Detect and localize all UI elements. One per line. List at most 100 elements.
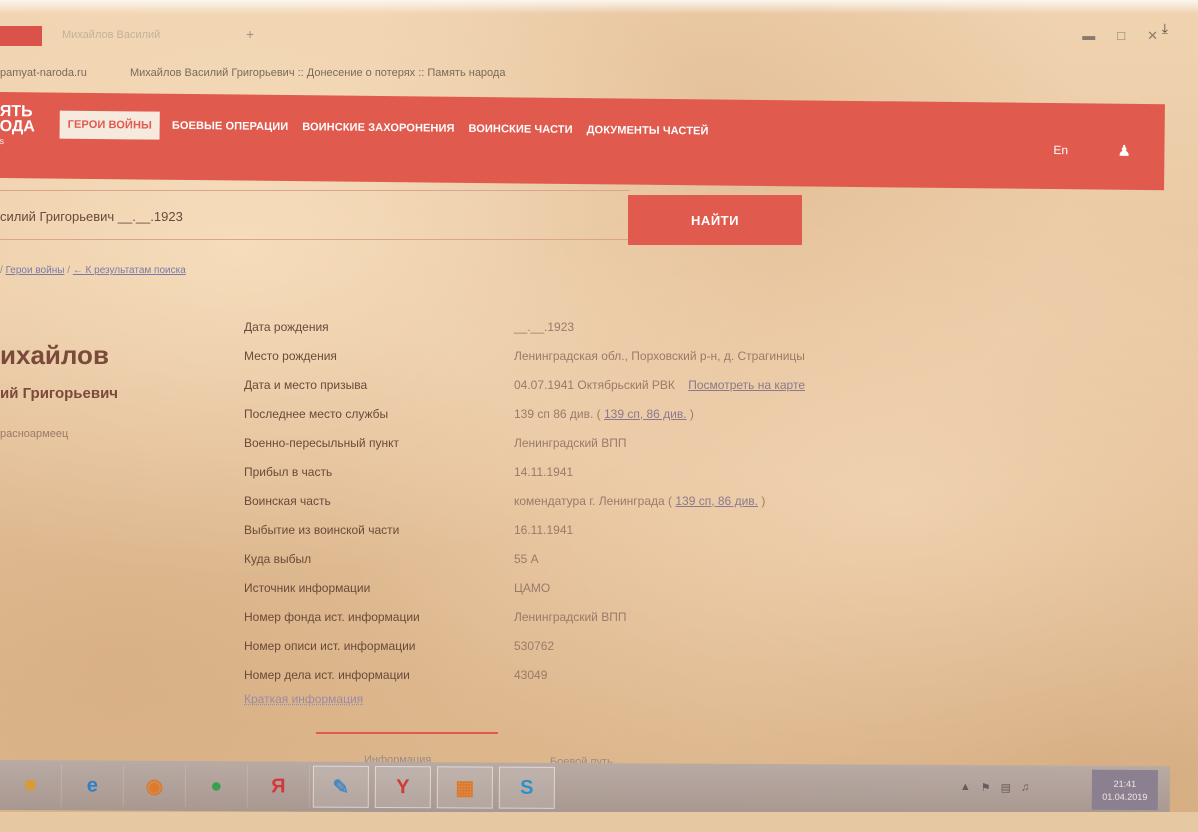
detail-row: Номер описи ист. информации 530762 [244, 631, 924, 660]
clock-date: 01.04.2019 [1102, 791, 1148, 803]
detail-label: Дата и место призыва [244, 377, 368, 392]
detail-value: 14.11.1941 [514, 464, 574, 479]
nav-item-documents[interactable]: Документы частей [587, 124, 709, 137]
breadcrumb-heroes[interactable]: Герои войны [6, 265, 65, 276]
scan-edge [0, 0, 1198, 14]
address-bar[interactable]: pamyat-naroda.ru Михайлов Василий Григор… [0, 60, 1198, 86]
unit-link[interactable]: 139 сп, 86 див. [604, 407, 687, 421]
detail-label: Номер описи ист. информации [244, 638, 416, 653]
detail-label: Военно-пересыльный пункт [244, 435, 399, 450]
address-page-title: Михайлов Василий Григорьевич :: Донесени… [130, 67, 506, 79]
site-logo[interactable]: ЯТЬ ОДА s [0, 102, 35, 149]
tray-volume-icon[interactable]: ♫ [1021, 781, 1029, 794]
detail-value: Ленинградская обл., Порховский р-н, д. С… [514, 348, 805, 363]
paint-icon[interactable]: ✎ [312, 765, 369, 808]
detail-label: Куда выбыл [244, 551, 312, 566]
active-tab-indicator [316, 732, 498, 734]
detail-label: Место рождения [244, 348, 337, 363]
detail-row: Дата и место призыва 04.07.1941 Октябрьс… [244, 370, 924, 399]
taskbar-icons: ■ e ◉ ● Я ✎ Y ▦ S [0, 763, 558, 809]
nav-items: Герои войны Боевые операции Воинские зах… [59, 110, 723, 146]
person-given-name: ий Григорьевич [0, 385, 119, 402]
search-input[interactable]: силий Григорьевич __.__.1923 [0, 190, 630, 240]
chrome-icon[interactable]: ● [185, 764, 248, 808]
detail-row: Прибыл в часть 14.11.1941 [244, 457, 924, 486]
taskbar-clock[interactable]: 21:41 01.04.2019 [1091, 769, 1158, 811]
detail-value: комендатура г. Ленинграда ( 139 сп, 86 д… [514, 494, 765, 508]
scan-bottom-edge [0, 812, 1198, 832]
nav-item-operations[interactable]: Боевые операции [172, 120, 288, 133]
detail-label: Номер фонда ист. информации [244, 609, 420, 624]
browser-tab-title[interactable]: Михайлов Василий [62, 29, 160, 41]
nav-item-heroes[interactable]: Герои войны [59, 110, 161, 140]
view-on-map-link[interactable]: Посмотреть на карте [688, 378, 805, 392]
detail-label: Дата рождения [244, 319, 329, 334]
tray-arrow-icon[interactable]: ▲ [960, 781, 971, 794]
detail-row: Воинская часть комендатура г. Ленинграда… [244, 486, 924, 515]
window-controls: ▬ □ ✕ [1082, 28, 1158, 44]
close-icon[interactable]: ✕ [1147, 28, 1158, 44]
detail-label: Последнее место службы [244, 406, 389, 421]
unit-link[interactable]: 139 сп, 86 див. [675, 494, 758, 508]
detail-row: Место рождения Ленинградская обл., Порхо… [244, 341, 924, 370]
detail-row: Номер фонда ист. информации Ленинградски… [244, 602, 924, 631]
detail-value-text: комендатура г. Ленинграда ( [514, 493, 673, 508]
internet-explorer-icon[interactable]: e [61, 764, 124, 807]
detail-label: Выбытие из воинской части [244, 522, 400, 537]
language-switch[interactable]: En [1053, 143, 1068, 157]
detail-label: Номер дела ист. информации [244, 667, 410, 682]
nav-item-burials[interactable]: Воинские захоронения [302, 121, 454, 135]
detail-value: 55 А [514, 551, 539, 566]
browser-tab-strip: Михайлов Василий + ▬ □ ✕ [0, 20, 1198, 48]
media-player-icon[interactable]: ◉ [123, 764, 186, 807]
tray-network-icon[interactable]: ▤ [1001, 781, 1011, 794]
search-button[interactable]: НАЙТИ [628, 195, 802, 245]
detail-value: Ленинградский ВПП [514, 435, 627, 450]
download-icon[interactable]: ⤓ [1162, 20, 1168, 37]
taskbar: ■ e ◉ ● Я ✎ Y ▦ S ▲ ⚑ ▤ ♫ 21:41 01.04.2019 [0, 760, 1170, 817]
browser-tab-favicon[interactable] [0, 26, 42, 46]
address-url[interactable]: pamyat-naroda.ru [0, 67, 87, 79]
detail-label: Источник информации [244, 580, 371, 595]
logo-dot: s [0, 135, 5, 147]
yandex-icon[interactable]: Я [247, 765, 310, 808]
user-icon[interactable]: ♟ [1117, 142, 1131, 160]
logo-line-2: ОДА [0, 117, 35, 136]
system-tray: ▲ ⚑ ▤ ♫ [960, 781, 1029, 794]
detail-row: Номер дела ист. информации 43049 [244, 660, 924, 689]
tiles-icon[interactable]: ▦ [436, 766, 493, 809]
detail-value: 43049 [514, 667, 548, 682]
detail-value-tail: ) [757, 493, 766, 508]
details-table: Дата рождения __.__.1923 Место рождения … [244, 312, 924, 689]
logo-line-1: ЯТЬ [0, 102, 33, 121]
detail-label: Прибыл в часть [244, 464, 333, 479]
detail-row: Военно-пересыльный пункт Ленинградский В… [244, 428, 924, 457]
new-tab-icon[interactable]: + [246, 26, 254, 42]
maximize-icon[interactable]: □ [1117, 28, 1125, 44]
search-input-value: силий Григорьевич __.__.1923 [0, 209, 183, 224]
detail-value: Ленинградский ВПП [514, 609, 627, 624]
detail-value: 04.07.1941 Октябрьский РВК Посмотреть на… [514, 378, 805, 392]
yandex-browser-icon[interactable]: Y [374, 765, 431, 809]
detail-row: Дата рождения __.__.1923 [244, 312, 924, 341]
detail-value: 530762 [514, 638, 555, 653]
detail-label: Воинская часть [244, 493, 331, 508]
detail-value-text: 139 сп 86 див. ( [514, 406, 601, 421]
short-info-link[interactable]: Краткая информация [244, 692, 363, 706]
detail-row: Куда выбыл 55 А [244, 544, 924, 573]
skype-icon[interactable]: S [498, 766, 555, 809]
detail-row: Источник информации ЦАМО [244, 573, 924, 602]
breadcrumb-back-to-results[interactable]: ← К результатам поиска [73, 265, 186, 276]
nav-item-units[interactable]: Воинские части [468, 123, 572, 136]
detail-value: 139 сп 86 див. ( 139 сп, 86 див. ) [514, 407, 694, 421]
minimize-icon[interactable]: ▬ [1082, 28, 1095, 44]
tray-flag-icon[interactable]: ⚑ [981, 781, 991, 794]
detail-row: Выбытие из воинской части 16.11.1941 [244, 515, 924, 544]
person-surname: ихайлов [0, 340, 109, 370]
folder-icon[interactable]: ■ [0, 763, 62, 807]
person-rank: расноармеец [0, 428, 69, 440]
breadcrumb-separator-2: / [64, 265, 73, 276]
breadcrumb: / Герои войны / ← К результатам поиска [0, 265, 186, 276]
clock-time: 21:41 [1113, 778, 1137, 789]
detail-value: 16.11.1941 [514, 522, 574, 537]
